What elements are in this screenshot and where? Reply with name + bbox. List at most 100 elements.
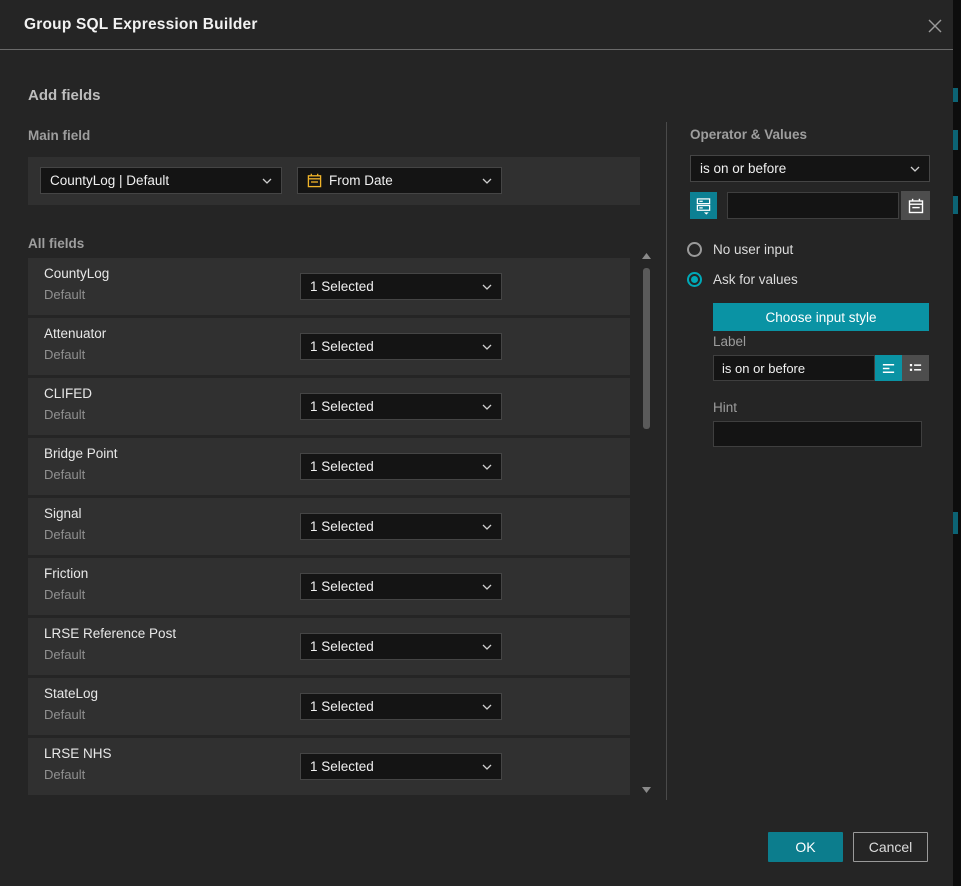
chevron-down-icon — [482, 464, 492, 470]
field-name: StateLog — [44, 686, 98, 701]
field-name: Attenuator — [44, 326, 106, 341]
field-sublabel: Default — [44, 707, 85, 722]
single-line-style-button[interactable] — [875, 355, 902, 381]
scroll-up-arrow-icon[interactable] — [641, 252, 652, 260]
close-icon[interactable] — [922, 13, 948, 39]
label-input[interactable] — [713, 355, 875, 381]
chevron-down-icon — [482, 644, 492, 650]
operator-values-heading: Operator & Values — [690, 127, 807, 142]
field-sublabel: Default — [44, 287, 85, 302]
choose-input-style-button[interactable]: Choose input style — [713, 303, 929, 331]
field-selected-select[interactable]: 1 Selected — [300, 573, 502, 600]
main-field-panel: CountyLog | Default From Date — [28, 157, 640, 205]
main-field-field-select[interactable]: From Date — [297, 167, 502, 194]
field-name: Signal — [44, 506, 82, 521]
field-sublabel: Default — [44, 467, 85, 482]
chevron-down-icon — [482, 704, 492, 710]
dialog-title: Group SQL Expression Builder — [24, 0, 258, 50]
field-row: CountyLog Default 1 Selected — [28, 258, 630, 315]
align-left-icon — [881, 361, 896, 376]
field-sublabel: Default — [44, 347, 85, 362]
field-row: LRSE Reference Post Default 1 Selected — [28, 618, 630, 675]
field-row: StateLog Default 1 Selected — [28, 678, 630, 735]
field-selected-value: 1 Selected — [310, 759, 475, 774]
date-picker-button[interactable] — [901, 191, 930, 220]
field-selected-select[interactable]: 1 Selected — [300, 453, 502, 480]
radio-circle-selected-icon — [687, 272, 702, 287]
scrollbar-thumb[interactable] — [643, 268, 650, 429]
field-selected-value: 1 Selected — [310, 699, 475, 714]
field-name: LRSE NHS — [44, 746, 112, 761]
field-selected-select[interactable]: 1 Selected — [300, 693, 502, 720]
field-selected-value: 1 Selected — [310, 279, 475, 294]
field-row: Friction Default 1 Selected — [28, 558, 630, 615]
chevron-down-icon — [482, 584, 492, 590]
field-row: Attenuator Default 1 Selected — [28, 318, 630, 375]
radio-label: No user input — [713, 242, 793, 257]
bulleted-list-icon — [908, 361, 923, 376]
field-row: CLIFED Default 1 Selected — [28, 378, 630, 435]
chevron-down-icon — [482, 764, 492, 770]
window-edge-strip — [953, 0, 961, 886]
scroll-down-arrow-icon[interactable] — [641, 786, 652, 794]
field-selected-value: 1 Selected — [310, 519, 475, 534]
value-input[interactable] — [727, 192, 899, 219]
panel-divider — [666, 122, 667, 800]
radio-label: Ask for values — [713, 272, 798, 287]
value-picker-button[interactable] — [690, 192, 717, 219]
field-selected-value: 1 Selected — [310, 579, 475, 594]
field-name: CountyLog — [44, 266, 109, 281]
field-selected-select[interactable]: 1 Selected — [300, 633, 502, 660]
all-fields-label: All fields — [28, 236, 84, 251]
add-fields-heading: Add fields — [28, 87, 101, 104]
field-selected-select[interactable]: 1 Selected — [300, 333, 502, 360]
main-field-layer-select[interactable]: CountyLog | Default — [40, 167, 282, 194]
calendar-icon — [908, 198, 924, 214]
field-sublabel: Default — [44, 587, 85, 602]
chevron-down-icon — [482, 344, 492, 350]
field-row: Signal Default 1 Selected — [28, 498, 630, 555]
radio-ask-for-values[interactable]: Ask for values — [687, 272, 798, 287]
field-selected-value: 1 Selected — [310, 459, 475, 474]
field-name: Bridge Point — [44, 446, 118, 461]
field-sublabel: Default — [44, 647, 85, 662]
field-selected-value: 1 Selected — [310, 339, 475, 354]
cancel-button[interactable]: Cancel — [853, 832, 928, 862]
field-selected-value: 1 Selected — [310, 639, 475, 654]
stacked-values-picker-icon — [695, 197, 712, 215]
layer-select-value: CountyLog | Default — [50, 173, 255, 188]
field-select-value: From Date — [329, 173, 475, 188]
field-name: LRSE Reference Post — [44, 626, 176, 641]
ok-button[interactable]: OK — [768, 832, 843, 862]
radio-circle-icon — [687, 242, 702, 257]
main-field-label: Main field — [28, 128, 90, 143]
operator-select[interactable]: is on or before — [690, 155, 930, 182]
radio-no-user-input[interactable]: No user input — [687, 242, 793, 257]
field-selected-select[interactable]: 1 Selected — [300, 393, 502, 420]
field-row: LRSE NHS Default 1 Selected — [28, 738, 630, 795]
hint-field-label: Hint — [713, 400, 737, 415]
field-selected-select[interactable]: 1 Selected — [300, 273, 502, 300]
field-name: CLIFED — [44, 386, 92, 401]
operator-select-value: is on or before — [700, 161, 903, 176]
field-name: Friction — [44, 566, 88, 581]
chevron-down-icon — [910, 166, 920, 172]
chevron-down-icon — [482, 524, 492, 530]
field-selected-select[interactable]: 1 Selected — [300, 753, 502, 780]
chevron-down-icon — [262, 178, 272, 184]
list-style-button[interactable] — [902, 355, 929, 381]
calendar-icon — [307, 173, 322, 188]
field-sublabel: Default — [44, 407, 85, 422]
field-selected-select[interactable]: 1 Selected — [300, 513, 502, 540]
field-sublabel: Default — [44, 767, 85, 782]
chevron-down-icon — [482, 178, 492, 184]
field-sublabel: Default — [44, 527, 85, 542]
all-fields-list: CountyLog Default 1 Selected Attenuator … — [28, 258, 630, 798]
field-selected-value: 1 Selected — [310, 399, 475, 414]
label-field-label: Label — [713, 334, 746, 349]
hint-input[interactable] — [713, 421, 922, 447]
chevron-down-icon — [482, 404, 492, 410]
field-row: Bridge Point Default 1 Selected — [28, 438, 630, 495]
chevron-down-icon — [482, 284, 492, 290]
dialog-titlebar: Group SQL Expression Builder — [0, 0, 953, 50]
